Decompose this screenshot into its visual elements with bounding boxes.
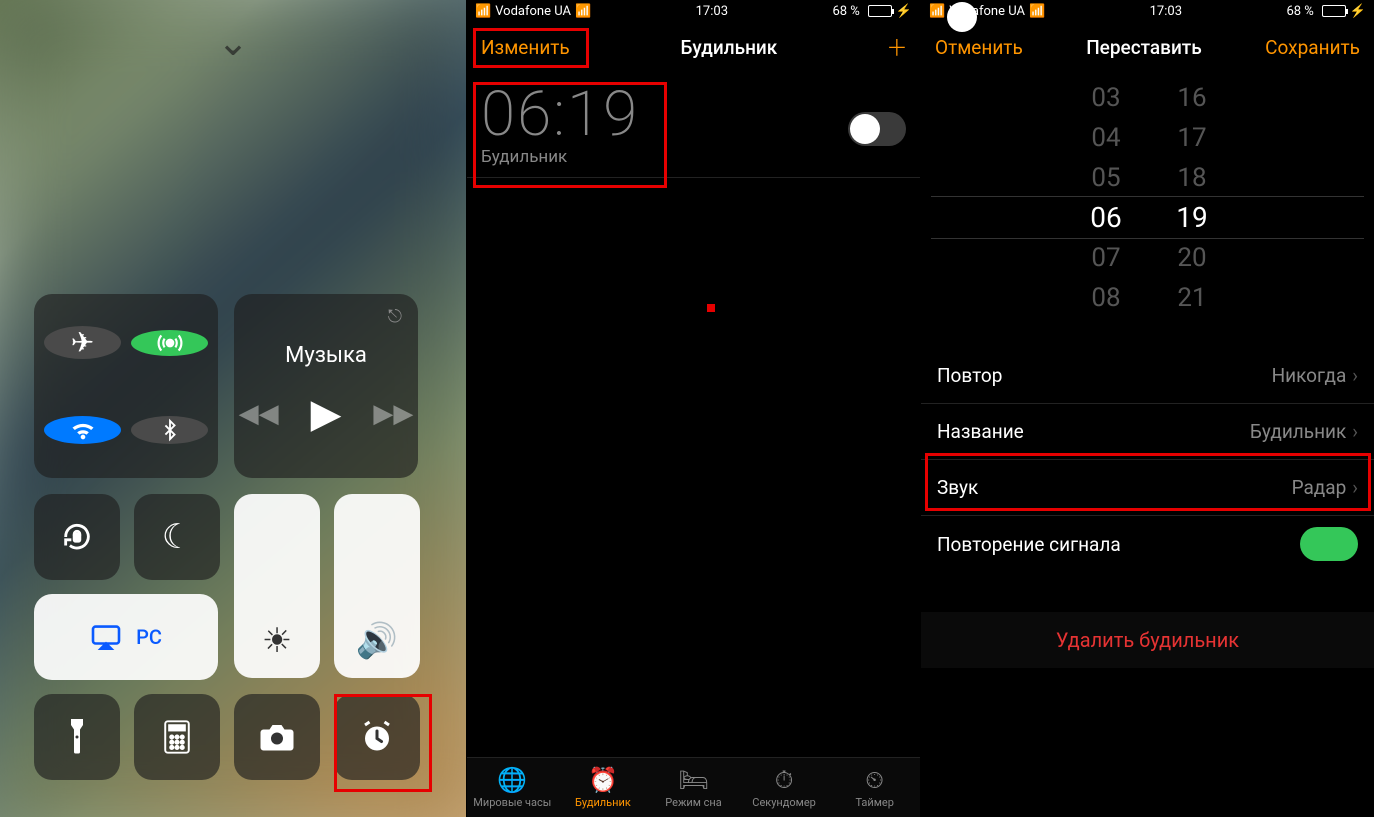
- chevron-right-icon: ›: [1352, 420, 1358, 443]
- status-time: 17:03: [1150, 4, 1182, 19]
- orientation-lock-tile[interactable]: [34, 494, 120, 580]
- tab-bar: 🌐 Мировые часы ⏰ Будильник 🛏 Режим сна ⏱ Сек…: [467, 757, 920, 817]
- snooze-row[interactable]: Повторение сигнала: [921, 516, 1374, 572]
- save-button[interactable]: Сохранить: [1265, 36, 1360, 59]
- camera-icon: [259, 723, 295, 751]
- status-bar: 📶 Vodafone UA 📶 17:03 68 % ⚡: [467, 0, 920, 22]
- add-button[interactable]: +: [888, 28, 906, 66]
- screen-mirror-tile[interactable]: PC: [34, 594, 218, 680]
- sun-icon: ☀: [262, 621, 292, 661]
- camera-tile[interactable]: [234, 694, 320, 780]
- music-controls: ◀◀ ▶ ▶▶: [239, 390, 414, 437]
- name-row[interactable]: Название Будильник ›: [921, 404, 1374, 460]
- highlight-sound-row: [925, 453, 1371, 511]
- row-label: Повторение сигнала: [937, 533, 1121, 556]
- music-label: Музыка: [285, 343, 367, 368]
- row-label: Повтор: [937, 364, 1002, 387]
- battery-icon: [1322, 5, 1346, 17]
- mirror-label: PC: [136, 625, 162, 649]
- tab-label: Таймер: [855, 796, 893, 809]
- globe-icon: 🌐: [497, 766, 527, 794]
- row-value: Никогда: [1272, 364, 1347, 387]
- repeat-row[interactable]: Повтор Никогда›: [921, 348, 1374, 404]
- charging-icon: ⚡: [1350, 4, 1366, 19]
- row-value: Будильник: [1250, 420, 1346, 443]
- tab-timer[interactable]: ⏲ Таймер: [829, 758, 920, 817]
- wifi-icon[interactable]: [44, 416, 121, 444]
- calculator-tile[interactable]: [134, 694, 220, 780]
- airplay-icon: ⎋: [388, 306, 402, 327]
- airplane-icon[interactable]: ✈: [44, 326, 121, 359]
- cancel-button[interactable]: Отменить: [935, 36, 1023, 59]
- timer-icon: ⏲: [865, 766, 884, 794]
- play-icon[interactable]: ▶: [311, 390, 342, 437]
- alarm-toggle[interactable]: [848, 112, 906, 146]
- tab-world[interactable]: 🌐 Мировые часы: [467, 758, 558, 817]
- highlight-edit: [473, 28, 589, 68]
- wifi-status-icon: 📶: [1029, 4, 1045, 19]
- moon-icon: ☾: [162, 517, 192, 557]
- row-label: Название: [937, 420, 1024, 443]
- snooze-toggle[interactable]: [1300, 527, 1358, 561]
- alarm-list-panel: 📶Vodafone UA📶 17:03 68 %⚡ Изменить Будил…: [466, 0, 920, 817]
- battery-pct: 68 %: [832, 4, 859, 19]
- dnd-tile[interactable]: ☾: [134, 494, 220, 580]
- signal-icon: 📶: [475, 4, 491, 19]
- stopwatch-icon: ⏱: [775, 766, 794, 794]
- carrier: Vodafone UA: [495, 4, 571, 19]
- prev-icon[interactable]: ◀◀: [239, 399, 279, 429]
- picker-mins[interactable]: 16171819202122: [1157, 78, 1227, 318]
- tab-label: Будильник: [575, 796, 631, 809]
- volume-slider[interactable]: 🔊: [334, 494, 420, 678]
- nav-title: Будильник: [570, 36, 888, 59]
- nav-bar: Отменить Переставить Сохранить: [921, 22, 1374, 72]
- alarm-tab-icon: ⏰: [588, 766, 618, 794]
- lock-rotate-icon: [60, 520, 94, 554]
- charging-icon: ⚡: [896, 4, 912, 19]
- picker-hours[interactable]: 03040506070809: [1071, 78, 1141, 318]
- chevron-right-icon: ›: [1352, 364, 1358, 387]
- tab-sleep[interactable]: 🛏 Режим сна: [648, 758, 739, 817]
- tab-stopwatch[interactable]: ⏱ Секундомер: [739, 758, 830, 817]
- connectivity-tile[interactable]: ✈: [34, 294, 218, 478]
- battery-pct: 68 %: [1286, 4, 1313, 19]
- highlight-alarm-tile: [334, 694, 432, 792]
- edit-alarm-panel: 📶Vodafone UA📶 17:03 68 %⚡ Отменить Перес…: [920, 0, 1374, 817]
- signal-icon: 📶: [929, 4, 945, 19]
- tab-alarm[interactable]: ⏰ Будильник: [558, 758, 649, 817]
- time-picker[interactable]: 03040506070809 16171819202122: [921, 78, 1374, 318]
- brightness-slider[interactable]: ☀: [234, 494, 320, 678]
- airplay-rect-icon: [90, 624, 122, 650]
- red-dot: [707, 304, 715, 312]
- status-bar: 📶Vodafone UA📶 17:03 68 %⚡: [921, 0, 1374, 22]
- tab-label: Мировые часы: [473, 796, 551, 809]
- tab-label: Секундомер: [752, 796, 816, 809]
- delete-alarm-button[interactable]: Удалить будильник: [921, 612, 1374, 668]
- battery-icon: [868, 5, 892, 17]
- calculator-icon: [163, 720, 191, 754]
- speaker-icon: 🔊: [356, 621, 398, 661]
- control-center-panel: ⌄ ✈ ⎋ Музыка ◀◀ ▶ ▶▶ ☾ ☀ 🔊 PC: [0, 0, 466, 817]
- bluetooth-icon[interactable]: [131, 416, 208, 444]
- chevron-down-icon[interactable]: ⌄: [217, 20, 249, 65]
- nav-title: Переставить: [1023, 36, 1265, 59]
- bed-icon: 🛏: [678, 766, 708, 794]
- cellular-icon[interactable]: [131, 330, 208, 356]
- status-time: 17:03: [696, 4, 728, 19]
- music-tile[interactable]: ⎋ Музыка ◀◀ ▶ ▶▶: [234, 294, 418, 478]
- next-icon[interactable]: ▶▶: [373, 399, 413, 429]
- wifi-status-icon: 📶: [575, 4, 591, 19]
- tab-label: Режим сна: [665, 796, 721, 809]
- flashlight-tile[interactable]: [34, 694, 120, 780]
- flashlight-icon: [67, 719, 87, 755]
- highlight-alarm-time: [473, 82, 667, 188]
